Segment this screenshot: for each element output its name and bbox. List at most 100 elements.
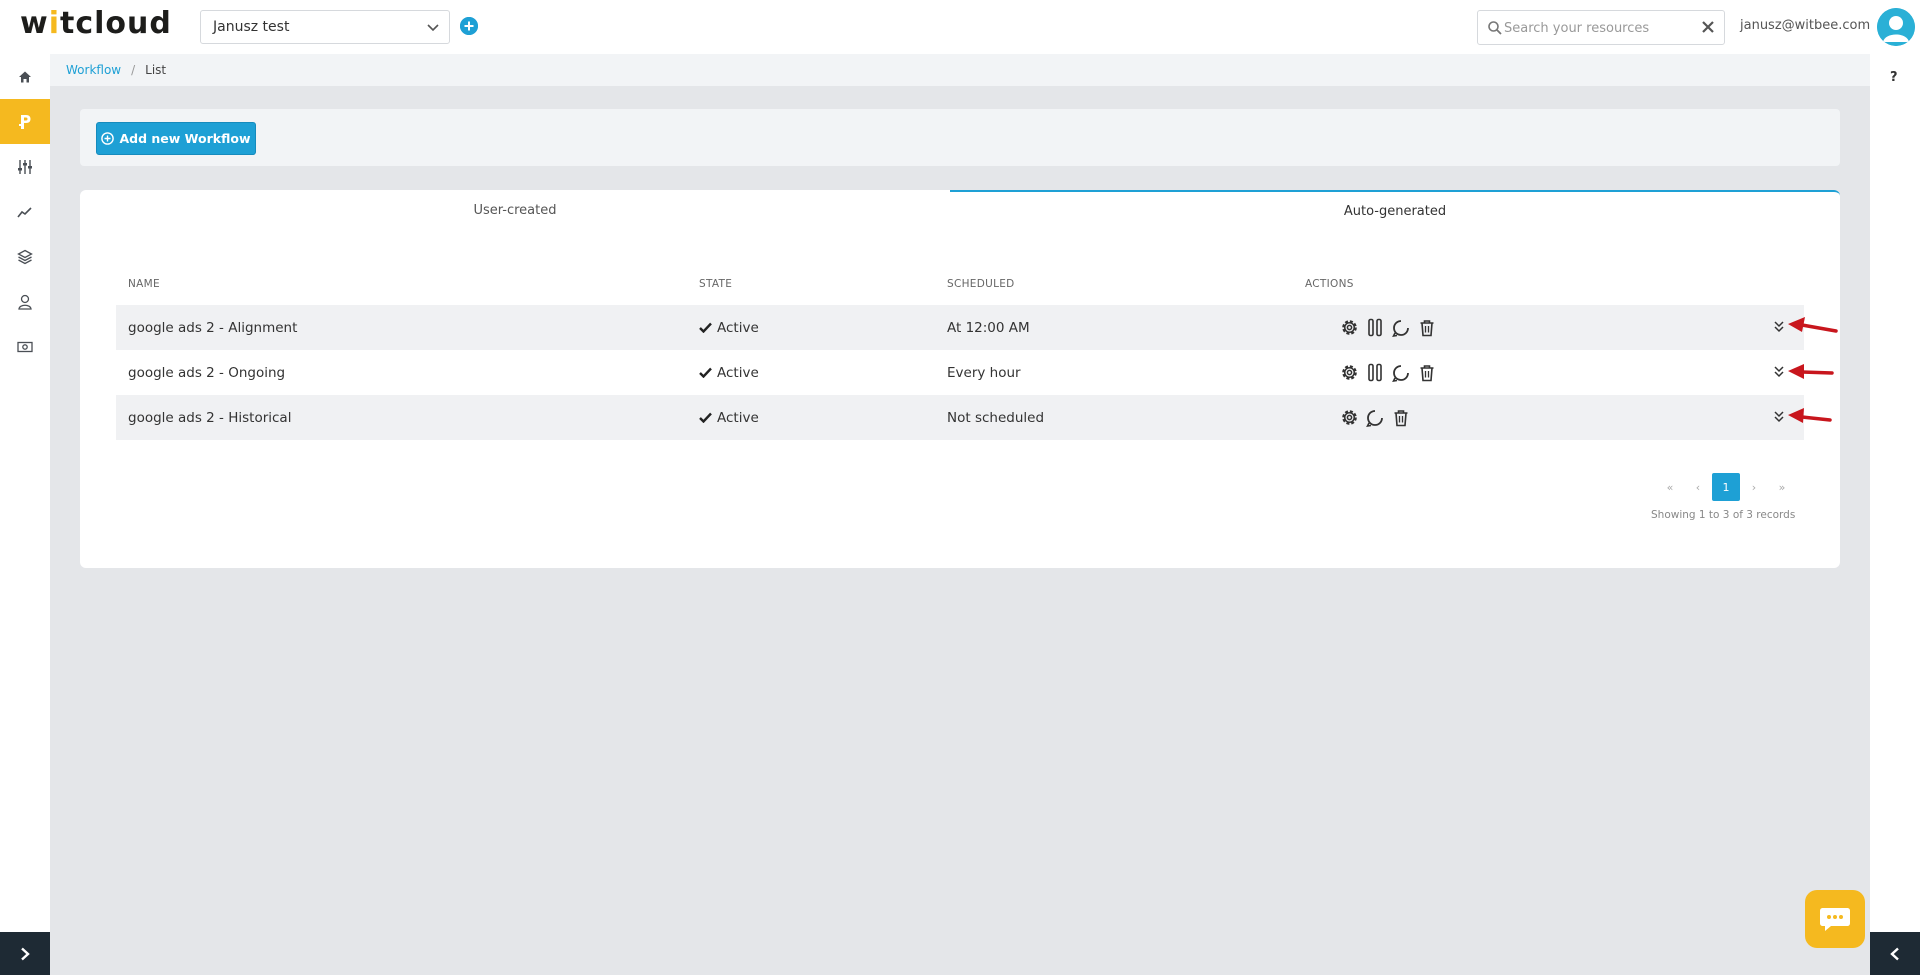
row-state: Active — [699, 305, 759, 350]
table-row[interactable]: google ads 2 - Alignment Active At 12:00… — [116, 305, 1804, 350]
search-icon — [1488, 21, 1502, 35]
help-button[interactable]: ? — [1890, 70, 1898, 85]
breadcrumb-workflow-link[interactable]: Workflow — [66, 63, 121, 77]
settings-action-button[interactable] — [1339, 363, 1359, 383]
row-state-label: Active — [717, 364, 759, 381]
annotation-arrow-icon — [1788, 408, 1832, 423]
top-bar: witcloud Janusz test janusz@witbee.com — [0, 0, 1920, 54]
right-rail-expand-button[interactable] — [1870, 932, 1920, 975]
add-new-workflow-button[interactable]: Add new Workflow — [96, 122, 256, 155]
row-actions — [1339, 305, 1437, 350]
search-input[interactable] — [1504, 17, 1694, 39]
tab-user-created-label: User-created — [473, 202, 557, 218]
trash-icon — [1420, 364, 1434, 381]
home-icon — [19, 71, 31, 82]
chart-line-icon — [17, 206, 32, 217]
search-box — [1477, 10, 1725, 45]
column-header-scheduled[interactable]: SCHEDULED — [947, 278, 1015, 290]
expand-row-icon[interactable] — [1772, 319, 1786, 333]
row-state: Active — [699, 350, 759, 395]
sidebar-item-settings[interactable] — [0, 144, 50, 189]
plus-circle-icon — [460, 17, 478, 35]
tab-auto-generated-label: Auto-generated — [1343, 203, 1447, 219]
sidebar-item-workflow[interactable] — [0, 99, 50, 144]
column-header-name[interactable]: NAME — [128, 278, 160, 290]
chevron-right-icon — [21, 947, 30, 960]
sidebar-expand-button[interactable] — [0, 932, 50, 975]
expand-row-icon[interactable] — [1772, 409, 1786, 423]
settings-action-button[interactable] — [1339, 318, 1359, 338]
logo-text-start: w — [20, 6, 49, 41]
pagination: « ‹ 1 › » — [1656, 473, 1796, 501]
workflow-list-card: User-created Auto-generated NAME STATE S… — [80, 190, 1840, 568]
annotation-arrow-icon — [1788, 317, 1838, 333]
row-state-label: Active — [717, 409, 759, 426]
user-icon — [18, 294, 32, 310]
breadcrumb-current: List — [145, 63, 167, 77]
chat-bubble-icon — [1820, 908, 1850, 931]
pagination-page-1[interactable]: 1 — [1712, 473, 1740, 501]
sidebar-item-billing[interactable] — [0, 324, 50, 369]
pagination-last[interactable]: » — [1768, 473, 1796, 501]
witcloud-logo[interactable]: witcloud — [20, 6, 172, 41]
user-avatar[interactable] — [1877, 8, 1915, 46]
check-icon — [699, 412, 712, 423]
refresh-action-button[interactable] — [1391, 363, 1411, 383]
trash-icon — [1394, 409, 1408, 426]
sidebar-item-home[interactable] — [0, 54, 50, 99]
right-rail: ? — [1870, 54, 1920, 975]
pause-action-button[interactable] — [1365, 318, 1385, 338]
clear-search-icon[interactable] — [1700, 19, 1716, 35]
refresh-icon — [1366, 409, 1383, 427]
row-scheduled: At 12:00 AM — [947, 319, 1030, 336]
table-row[interactable]: google ads 2 - Ongoing Active Every hour — [116, 350, 1804, 395]
plus-circle-icon — [101, 132, 115, 145]
row-state-label: Active — [717, 319, 759, 336]
user-avatar-icon — [1877, 8, 1915, 46]
logo-text-accent: i — [48, 6, 61, 41]
organization-value: Janusz test — [213, 19, 290, 35]
organization-select[interactable]: Janusz test — [200, 10, 450, 44]
annotation-arrow-icon — [1788, 364, 1834, 379]
logo-text-end: tcloud — [60, 6, 172, 41]
pause-icon — [1368, 363, 1382, 382]
expand-row-icon[interactable] — [1772, 364, 1786, 378]
delete-action-button[interactable] — [1417, 363, 1437, 383]
column-header-actions: ACTIONS — [1305, 278, 1354, 290]
table-row[interactable]: google ads 2 - Historical Active Not sch… — [116, 395, 1804, 440]
delete-action-button[interactable] — [1417, 318, 1437, 338]
row-scheduled: Not scheduled — [947, 409, 1045, 426]
pagination-next[interactable]: › — [1740, 473, 1768, 501]
sidebar-item-analytics[interactable] — [0, 189, 50, 234]
user-email[interactable]: janusz@witbee.com — [1740, 18, 1870, 33]
trash-icon — [1420, 319, 1434, 336]
chevron-down-icon — [427, 24, 439, 32]
pagination-prev[interactable]: ‹ — [1684, 473, 1712, 501]
layers-icon — [17, 249, 33, 264]
chevron-left-icon — [1890, 947, 1899, 960]
add-organization-button[interactable] — [460, 17, 478, 35]
check-icon — [699, 322, 712, 333]
check-icon — [699, 367, 712, 378]
gear-icon — [1341, 365, 1357, 380]
refresh-action-button[interactable] — [1365, 408, 1385, 428]
column-header-state[interactable]: STATE — [699, 278, 732, 290]
refresh-action-button[interactable] — [1391, 318, 1411, 338]
pagination-info: Showing 1 to 3 of 3 records — [1651, 509, 1796, 521]
sidebar-item-resources[interactable] — [0, 234, 50, 279]
settings-action-button[interactable] — [1339, 408, 1359, 428]
tab-auto-generated[interactable]: Auto-generated — [950, 190, 1840, 230]
workflow-icon — [19, 114, 31, 129]
pause-icon — [1368, 318, 1382, 337]
tab-user-created[interactable]: User-created — [80, 190, 950, 230]
sidebar-item-users[interactable] — [0, 279, 50, 324]
chat-button[interactable] — [1805, 890, 1865, 948]
pause-action-button[interactable] — [1365, 363, 1385, 383]
sliders-icon — [18, 159, 32, 174]
row-scheduled: Every hour — [947, 364, 1021, 381]
breadcrumb: Workflow / List — [50, 54, 1870, 86]
row-name: google ads 2 - Alignment — [128, 319, 298, 336]
row-name: google ads 2 - Historical — [128, 409, 292, 426]
pagination-first[interactable]: « — [1656, 473, 1684, 501]
delete-action-button[interactable] — [1391, 408, 1411, 428]
